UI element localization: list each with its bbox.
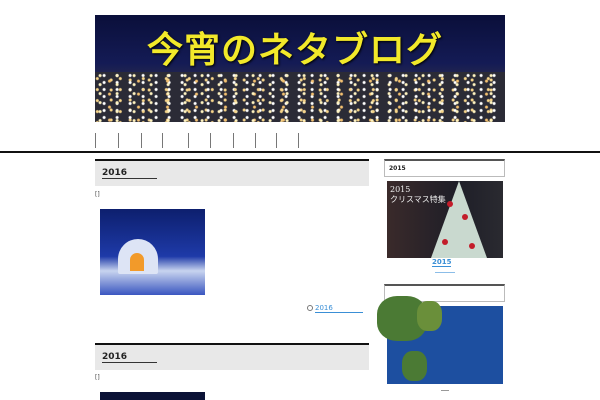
- post-title-bar: 2016: [95, 159, 369, 186]
- post-title-link[interactable]: 2016: [102, 168, 158, 179]
- site-title[interactable]: 今宵のネタブログ: [147, 21, 443, 73]
- circle-icon: [307, 305, 313, 311]
- header-banner[interactable]: 今宵のネタブログ: [95, 15, 505, 122]
- post-thumbnail[interactable]: [100, 209, 205, 295]
- post-thumbnail[interactable]: [100, 392, 205, 400]
- christmas-banner[interactable]: 2015 クリスマス特集: [387, 181, 503, 258]
- nav-item[interactable]: [95, 133, 96, 148]
- nav-item[interactable]: [233, 133, 234, 148]
- post-meta: []: [95, 191, 100, 198]
- widget-title: 2015: [384, 159, 505, 177]
- widget-link[interactable]: 2015: [432, 258, 452, 267]
- nav-item[interactable]: [210, 133, 211, 148]
- nav-item[interactable]: [162, 133, 163, 148]
- nav-item[interactable]: [118, 133, 119, 148]
- nav-item[interactable]: [255, 133, 256, 148]
- post-title-link[interactable]: 2016: [102, 352, 158, 363]
- nav-divider: [0, 151, 600, 153]
- typhoon-map[interactable]: [377, 296, 503, 384]
- nav-item[interactable]: [188, 133, 189, 148]
- post-title-bar: 2016: [95, 343, 369, 370]
- nav-item[interactable]: [141, 133, 142, 148]
- link-underline: [435, 272, 455, 273]
- banner-caption: 2015 クリスマス特集: [390, 185, 446, 204]
- nav-item[interactable]: [298, 133, 299, 148]
- city-night-image: [95, 72, 505, 122]
- read-more-link[interactable]: 2016: [307, 304, 363, 313]
- nav-item[interactable]: [276, 133, 277, 148]
- widget-dash: [441, 390, 449, 391]
- kamakura-igloo: [118, 239, 158, 274]
- post-meta: []: [95, 374, 100, 381]
